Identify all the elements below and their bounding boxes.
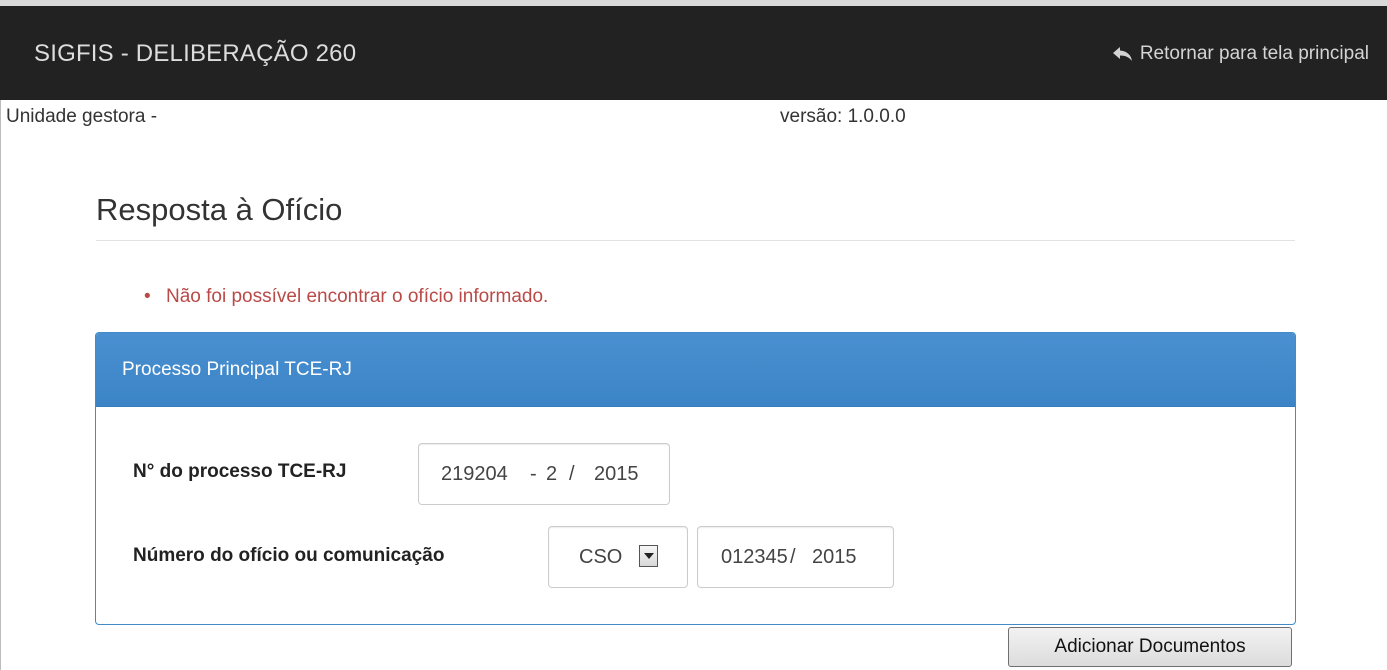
version-label: versão: 1.0.0.0	[780, 106, 906, 127]
title-divider	[96, 240, 1295, 241]
validation-summary: • Não foi possível encontrar o ofício inf…	[144, 286, 548, 308]
app-title: SIGFIS - DELIBERAÇÃO 260	[34, 40, 357, 67]
page-title: Resposta à Ofício	[96, 192, 343, 227]
top-navbar: SIGFIS - DELIBERAÇÃO 260 Retornar para t…	[0, 6, 1387, 100]
error-message: Não foi possível encontrar o ofício info…	[166, 286, 549, 307]
info-bar: Unidade gestora - versão: 1.0.0.0	[6, 104, 1006, 130]
add-documents-button[interactable]: Adicionar Documentos	[1008, 627, 1292, 667]
process-digit-input[interactable]: 2	[546, 463, 557, 486]
return-to-main-link[interactable]: Retornar para tela principal	[1112, 43, 1369, 65]
dropdown-arrow-icon[interactable]	[639, 545, 658, 567]
process-number-input[interactable]: 219204	[441, 463, 508, 486]
oficio-type-select[interactable]: CSO	[548, 526, 688, 588]
oficio-number-field: 012345 / 2015	[697, 526, 894, 588]
reply-arrow-icon	[1112, 47, 1132, 61]
managing-unit-label: Unidade gestora -	[6, 106, 158, 127]
process-slash-separator: /	[569, 463, 575, 485]
process-number-label: N° do processo TCE-RJ	[133, 461, 347, 482]
panel-title: Processo Principal TCE-RJ	[122, 359, 352, 380]
oficio-number-input[interactable]: 012345	[721, 546, 788, 569]
oficio-number-label: Número do ofício ou comunicação	[133, 545, 445, 566]
process-year-input[interactable]: 2015	[594, 463, 639, 486]
oficio-type-value: CSO	[579, 546, 623, 568]
page-left-border	[0, 100, 1, 670]
panel-heading: Processo Principal TCE-RJ	[96, 333, 1295, 407]
bullet-icon: •	[144, 286, 151, 307]
main-process-panel: Processo Principal TCE-RJ N° do processo…	[95, 332, 1296, 625]
oficio-slash-separator: /	[790, 546, 796, 568]
return-link-label: Retornar para tela principal	[1139, 43, 1369, 64]
oficio-year-input[interactable]: 2015	[812, 546, 857, 569]
process-number-field: 219204 - 2 / 2015	[418, 443, 670, 505]
process-dash-separator: -	[530, 463, 537, 485]
